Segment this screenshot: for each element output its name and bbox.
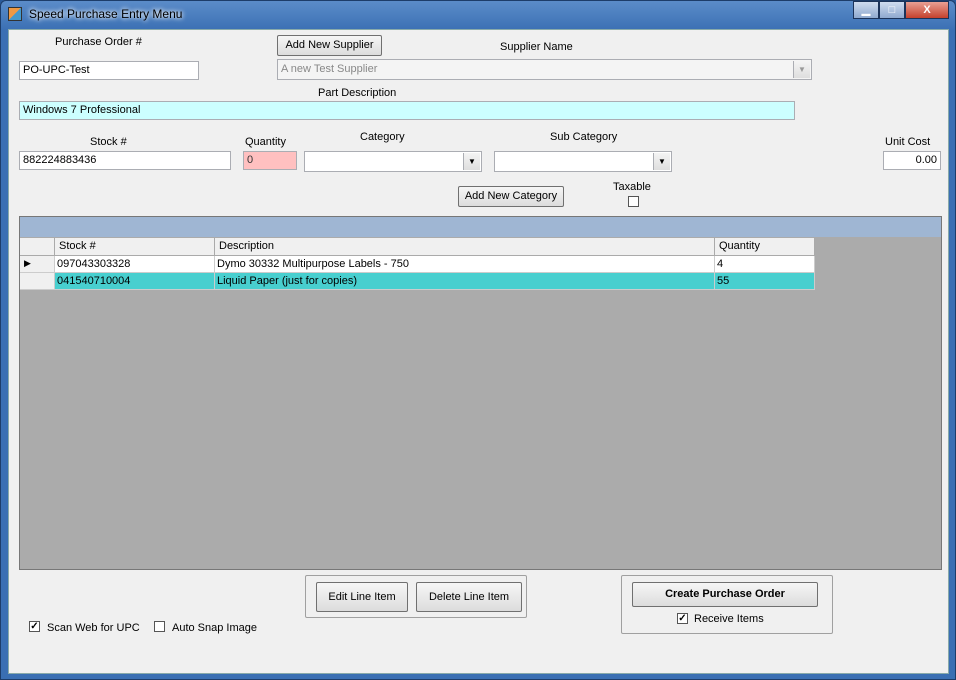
taxable-label: Taxable [613, 181, 651, 193]
supplier-select[interactable]: A new Test Supplier ▼ [277, 59, 812, 80]
receive-items-checkbox[interactable]: ✓ [677, 613, 688, 624]
column-header-quantity[interactable]: Quantity [715, 238, 815, 256]
stock-label: Stock # [90, 136, 127, 148]
app-window: Speed Purchase Entry Menu ▁ □ X Purchase… [0, 0, 956, 680]
table-row-1-quantity[interactable]: 4 [715, 256, 815, 273]
maximize-button[interactable]: □ [879, 1, 905, 19]
table-row-2-quantity[interactable]: 55 [715, 273, 815, 290]
supplier-value: A new Test Supplier [281, 63, 378, 75]
scan-web-label: Scan Web for UPC [47, 622, 140, 634]
edit-line-item-button[interactable]: Edit Line Item [316, 582, 408, 612]
title-bar[interactable]: Speed Purchase Entry Menu ▁ □ X [1, 1, 955, 27]
unit-cost-label: Unit Cost [885, 136, 931, 148]
add-supplier-button[interactable]: Add New Supplier [277, 35, 382, 56]
auto-snap-checkbox[interactable] [154, 621, 165, 632]
po-input[interactable]: PO-UPC-Test [19, 61, 199, 80]
column-header-description[interactable]: Description [215, 238, 715, 256]
window-title: Speed Purchase Entry Menu [29, 7, 183, 21]
table-row-1-stock[interactable]: 097043303328 [55, 256, 215, 273]
unit-cost-input[interactable]: 0.00 [883, 151, 941, 170]
table-row-2-stock[interactable]: 041540710004 [55, 273, 215, 290]
quantity-label: Quantity [245, 136, 286, 148]
quantity-input[interactable]: 0 [243, 151, 297, 170]
subcategory-label: Sub Category [550, 131, 618, 143]
app-icon [8, 7, 22, 21]
auto-snap-label: Auto Snap Image [172, 622, 258, 634]
chevron-down-icon[interactable]: ▼ [793, 61, 810, 78]
supplier-label: Supplier Name [500, 41, 573, 53]
category-label: Category [360, 131, 405, 143]
stock-input[interactable]: 882224883436 [19, 151, 231, 170]
po-label: Purchase Order # [55, 36, 142, 48]
grid-header-bar [20, 217, 941, 237]
taxable-checkbox[interactable] [628, 196, 639, 207]
minimize-button[interactable]: ▁ [853, 1, 879, 19]
close-button[interactable]: X [905, 1, 949, 19]
chevron-down-icon[interactable]: ▼ [463, 153, 480, 170]
part-description-input[interactable]: Windows 7 Professional [19, 101, 795, 120]
add-category-button[interactable]: Add New Category [458, 186, 564, 207]
row-selector[interactable] [20, 273, 55, 290]
line-items-grid[interactable]: Stock # Description Quantity ▶ 097043303… [19, 216, 942, 570]
column-header-stock[interactable]: Stock # [55, 238, 215, 256]
receive-items-label: Receive Items [694, 613, 764, 625]
part-description-label: Part Description [318, 87, 397, 99]
scan-web-checkbox[interactable]: ✓ [29, 621, 40, 632]
row-header-corner [20, 238, 55, 256]
form-body: Purchase Order # PO-UPC-Test Add New Sup… [8, 29, 949, 674]
create-purchase-order-button[interactable]: Create Purchase Order [632, 582, 818, 607]
row-selector-icon[interactable]: ▶ [20, 256, 55, 273]
subcategory-select[interactable]: ▼ [494, 151, 672, 172]
table-row-2-description[interactable]: Liquid Paper (just for copies) [215, 273, 715, 290]
delete-line-item-button[interactable]: Delete Line Item [416, 582, 522, 612]
chevron-down-icon[interactable]: ▼ [653, 153, 670, 170]
category-select[interactable]: ▼ [304, 151, 482, 172]
table-row-1-description[interactable]: Dymo 30332 Multipurpose Labels - 750 [215, 256, 715, 273]
